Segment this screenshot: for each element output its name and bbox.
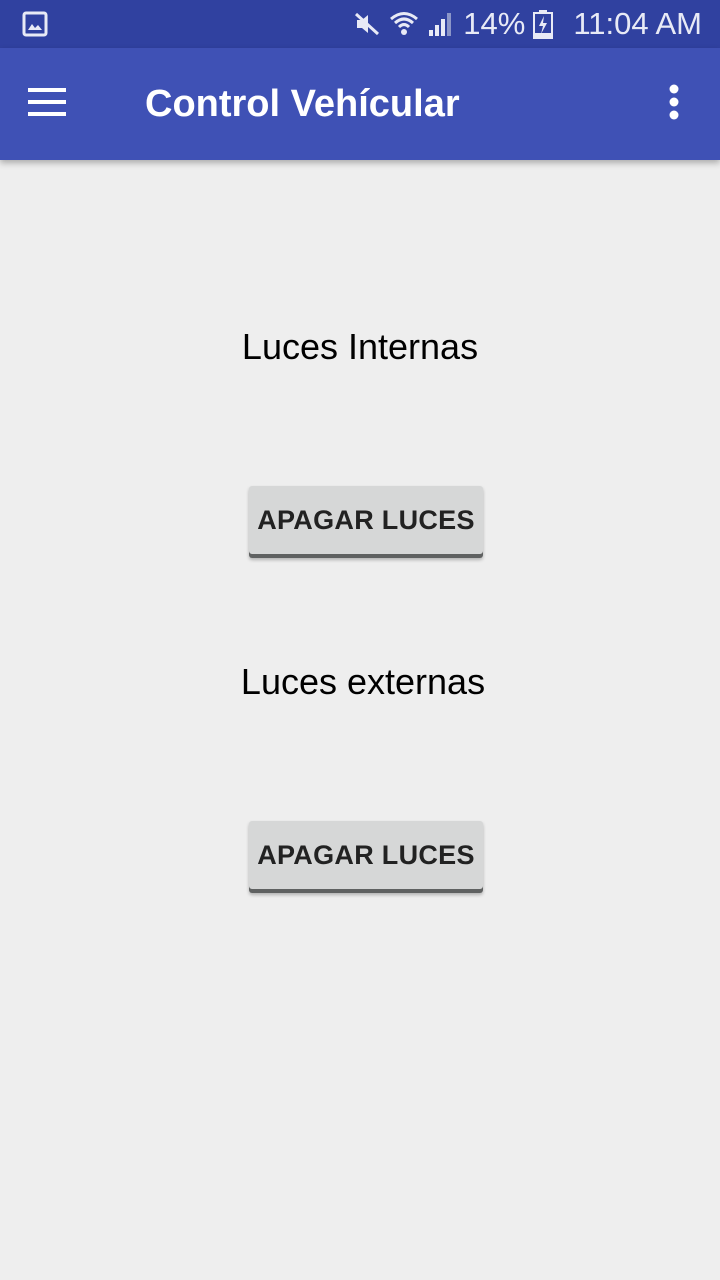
mute-icon — [353, 10, 381, 38]
battery-charging-icon — [533, 9, 554, 39]
status-icons: 14% 11:04 AM — [353, 0, 702, 48]
status-bar: 14% 11:04 AM — [0, 0, 720, 48]
hamburger-menu-button[interactable] — [16, 72, 80, 136]
overflow-menu-button[interactable] — [648, 72, 700, 136]
interior-lights-label: Luces Internas — [241, 326, 479, 367]
cellular-signal-icon — [427, 10, 455, 38]
exterior-lights-label: Luces externas — [240, 661, 486, 702]
app-bar: Control Vehícular — [0, 48, 720, 160]
app-title: Control Vehícular — [145, 83, 460, 125]
interior-lights-off-button[interactable]: APAGAR LUCES — [249, 486, 483, 558]
main-content: Luces Internas APAGAR LUCES Luces extern… — [0, 160, 720, 1280]
hamburger-menu-icon — [28, 87, 68, 122]
overflow-menu-icon — [668, 84, 680, 125]
gallery-notification-icon — [22, 11, 48, 37]
wifi-icon — [389, 9, 419, 39]
exterior-lights-off-button[interactable]: APAGAR LUCES — [249, 821, 483, 893]
battery-percent: 14% — [463, 6, 526, 41]
clock-time: 11:04 AM — [573, 6, 702, 41]
